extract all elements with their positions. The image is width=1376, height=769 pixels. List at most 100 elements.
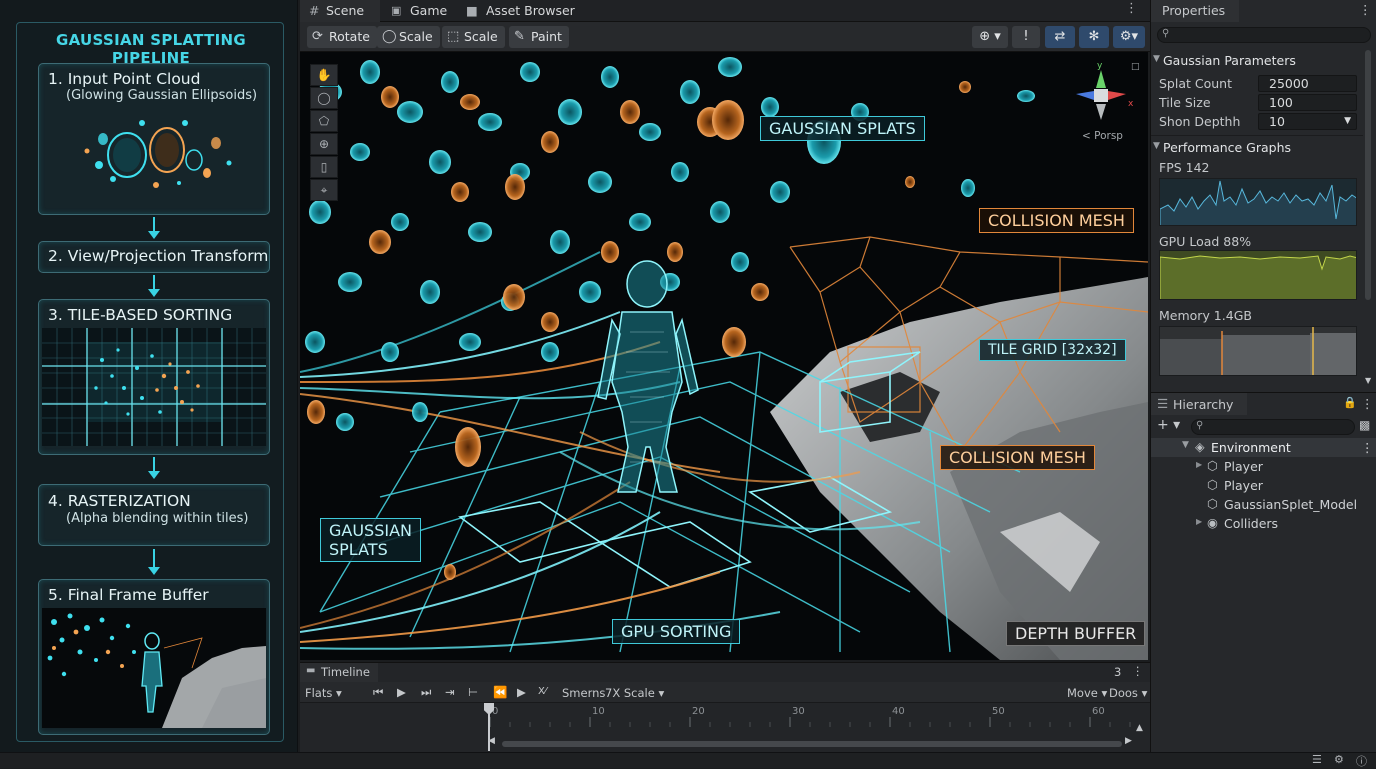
effects-button[interactable]: ✻	[1079, 26, 1109, 48]
scene-viewport[interactable]: ✋ ◯ ⬠ ⊕ ▯ ⌖ y x □ < Porsp GAUSSIAN SPLAT…	[300, 52, 1148, 660]
smerns-toggle[interactable]: Smerns	[562, 686, 605, 700]
more-options-icon[interactable]: ⋮	[1361, 396, 1374, 411]
gizmo-icon: ⇄	[1054, 29, 1066, 44]
perspective-label[interactable]: < Porsp	[1082, 130, 1123, 142]
timeline-tab[interactable]: ▬ Timeline	[300, 663, 378, 682]
scene-icon: ◈	[1195, 439, 1205, 454]
list-item[interactable]: ▼ ◈ Environment ⋮	[1151, 438, 1376, 457]
expand-icon[interactable]: ▶	[1196, 517, 1202, 526]
list-item[interactable]: ▶ ⬡ Player	[1151, 457, 1376, 476]
scroll-down-icon[interactable]: ▼	[1365, 376, 1371, 385]
dropdown-value: 10	[1269, 114, 1285, 129]
section-performance-graphs[interactable]: Performance Graphs	[1163, 140, 1291, 155]
timeline-menu-icon[interactable]: ⋮	[1132, 664, 1144, 678]
tab-scene[interactable]: # Scene	[300, 0, 380, 22]
next-frame-icon[interactable]: ⏭	[421, 685, 431, 700]
lock-icon[interactable]: □	[1131, 62, 1140, 72]
goto-start-icon[interactable]: ⏮	[373, 685, 383, 700]
flow-arrow	[148, 549, 160, 575]
scale-box-button[interactable]: ⬚ Scale	[442, 26, 505, 48]
hierarchy-item-label: Player	[1224, 459, 1263, 474]
paint-button[interactable]: ✎ Paint	[509, 26, 569, 48]
more-options-icon[interactable]: ⋮	[1361, 440, 1374, 455]
hierarchy-panel: ☰ Hierarchy 🔒 ⋮ + ▾ ⚲ ▩ ▼ ◈ Environment …	[1150, 392, 1376, 752]
expand-icon[interactable]: ▼	[1182, 440, 1189, 450]
tab-game[interactable]: ▣ Game	[384, 0, 464, 22]
pipeline-panel: GAUSSIAN SPLATTING PIPELINE 1. Input Poi…	[0, 0, 298, 752]
hand-icon: ✋	[316, 68, 332, 82]
section-gaussian-parameters[interactable]: Gaussian Parameters	[1163, 53, 1296, 68]
splat-count-label: Splat Count	[1159, 76, 1232, 91]
play-alt-icon[interactable]: ▶	[517, 685, 526, 699]
rotate-tool[interactable]: ⬠	[310, 110, 338, 132]
hierarchy-item-label: Environment	[1211, 440, 1291, 455]
more-options-icon[interactable]: ⋮	[1359, 2, 1372, 17]
tab-asset-browser[interactable]: ■ Asset Browser	[460, 0, 590, 22]
debug-icon[interactable]: ⚙	[1334, 753, 1344, 766]
dropdown-label: Move	[1067, 686, 1098, 700]
orientation-gizmo[interactable]: y x	[1068, 60, 1138, 130]
tab-label: Game	[410, 3, 448, 18]
step-title: 1. Input Point Cloud	[48, 70, 201, 88]
move-dropdown[interactable]: Move ▾	[1067, 686, 1107, 700]
play-icon[interactable]: ▶	[397, 685, 406, 699]
scale-dropdown[interactable]: 7X Scale ▾	[605, 686, 664, 700]
layers-icon[interactable]: ☰	[1312, 753, 1322, 766]
goto-end-icon[interactable]: ⇥	[445, 685, 455, 699]
more-options-icon[interactable]: ⋮	[1125, 1, 1138, 16]
tab-hierarchy[interactable]: ☰ Hierarchy	[1151, 393, 1247, 415]
timeline-ruler[interactable]	[486, 703, 1136, 729]
tile-size-field[interactable]: 100	[1258, 94, 1357, 111]
list-item[interactable]: ⬡ Player	[1151, 476, 1376, 495]
clapper-icon: ▬	[306, 665, 316, 676]
list-item[interactable]: ▶ ◉ Colliders	[1151, 514, 1376, 533]
depth-dropdown[interactable]: 10 ▼	[1258, 113, 1357, 130]
button-label: Paint	[531, 29, 562, 44]
properties-search-input[interactable]: ⚲	[1157, 27, 1371, 43]
splat-count-field[interactable]: 25000	[1258, 75, 1357, 92]
keyframe-icon[interactable]: ⊢	[468, 685, 478, 699]
tile-grid-illustration	[42, 328, 266, 446]
scale-button[interactable]: ◯ Scale	[377, 26, 440, 48]
point-cloud-illustration	[84, 120, 232, 188]
move-tool[interactable]: ◯	[310, 87, 338, 109]
toggle-gizmos-button[interactable]: ⇄	[1045, 26, 1075, 48]
timeline-scrollbar[interactable]	[502, 741, 1122, 747]
flats-dropdown[interactable]: Flats ▾	[305, 686, 342, 700]
gpu-load-label: GPU Load 88%	[1159, 234, 1252, 249]
rotate-button[interactable]: ⟳ Rotate	[307, 26, 377, 48]
callout-tile-grid: TILE GRID [32x32]	[979, 339, 1126, 361]
help-icon[interactable]: ⓘ	[1356, 753, 1367, 769]
properties-scrollbar[interactable]	[1365, 50, 1371, 300]
tab-properties[interactable]: Properties	[1151, 0, 1239, 22]
expand-icon[interactable]: ▶	[1196, 460, 1202, 469]
hand-tool[interactable]: ✋	[310, 64, 338, 86]
scene-tab-bar: # Scene ▣ Game ■ Asset Browser ⋮	[300, 0, 1150, 22]
snap-icon[interactable]: X⁄	[538, 686, 547, 697]
scroll-right-icon[interactable]: ▶	[1125, 736, 1132, 746]
add-object-button[interactable]: + ▾	[1157, 417, 1180, 433]
scroll-left-icon[interactable]: ◀	[488, 736, 495, 746]
settings-dropdown[interactable]: ⚙▾	[1113, 26, 1145, 48]
grid-icon: #	[309, 3, 320, 18]
cube-icon: ⬡	[1207, 477, 1218, 492]
filter-icon[interactable]: ▩	[1359, 418, 1370, 432]
hand-grab-icon: ▯	[320, 160, 328, 174]
pivot-dropdown[interactable]: ⊕ ▾	[972, 26, 1008, 48]
target-icon: ⊕	[318, 137, 330, 151]
timeline-lock-icon[interactable]: 3	[1114, 665, 1121, 679]
collapse-icon[interactable]: ▼	[1153, 54, 1160, 64]
list-item[interactable]: ⬡ GaussianSplet_Model	[1151, 495, 1376, 514]
scale-tool[interactable]: ⊕	[310, 133, 338, 155]
dropdown-label: Doos	[1109, 686, 1138, 700]
hierarchy-search-input[interactable]: ⚲	[1191, 419, 1355, 435]
rect-tool[interactable]: ▯	[310, 156, 338, 178]
gizmo-x-label: x	[1128, 99, 1134, 109]
doos-dropdown[interactable]: Doos ▾	[1109, 686, 1147, 700]
lock-icon[interactable]: 🔒	[1343, 396, 1357, 409]
transform-tool[interactable]: ⌖	[310, 179, 338, 201]
scroll-up-icon[interactable]: ▲	[1136, 723, 1143, 733]
collapse-icon[interactable]: ▼	[1153, 141, 1160, 151]
rewind-icon[interactable]: ⏪	[493, 685, 507, 699]
warning-button[interactable]: !	[1012, 26, 1040, 48]
